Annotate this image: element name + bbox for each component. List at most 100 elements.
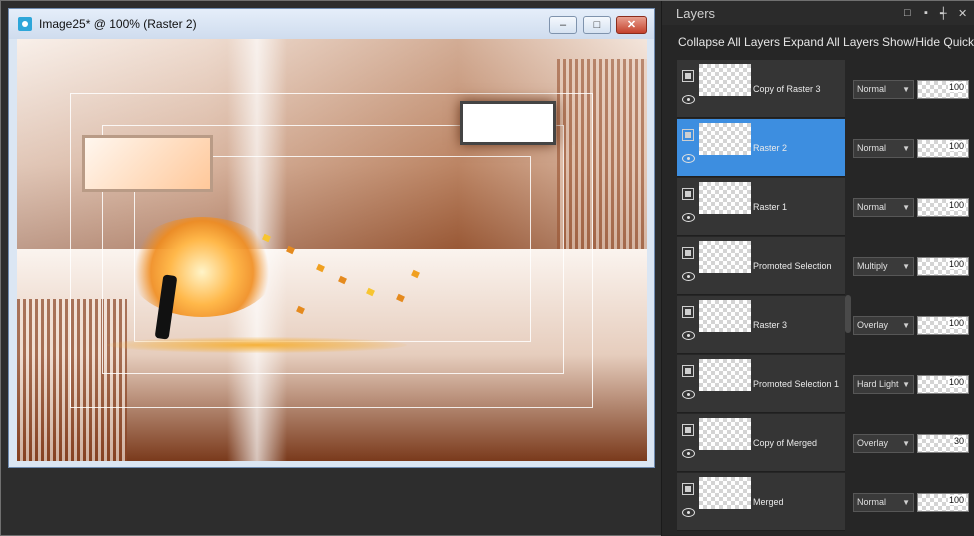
close-icon[interactable]: ✕: [958, 7, 967, 20]
show-hide-quick-button[interactable]: Show/Hide Quick: [882, 35, 974, 49]
blend-mode-value: Normal: [857, 84, 887, 94]
close-icon: ✕: [626, 19, 637, 31]
blend-mode-dropdown[interactable]: Multiply ▼: [853, 257, 914, 276]
layer-row[interactable]: Copy of Raster 3 Normal ▼ 100: [677, 60, 974, 119]
maximize-icon: □: [593, 19, 601, 31]
blend-mode-value: Normal: [857, 497, 887, 507]
float-icon[interactable]: □: [904, 7, 911, 19]
layer-name: Raster 1: [753, 202, 788, 212]
layer-name: Copy of Raster 3: [753, 84, 821, 94]
opacity-value: 100: [947, 495, 965, 505]
layer-row-gap: [845, 237, 853, 295]
layer-thumbnail: [699, 300, 751, 332]
blend-mode-value: Normal: [857, 143, 887, 153]
layers-palette: Layers □ ▪ ┽ ✕ Collapse All Layers Expan…: [661, 1, 974, 536]
layer-row[interactable]: Copy of Merged Overlay ▼ 30: [677, 414, 974, 473]
blend-mode-dropdown[interactable]: Overlay ▼: [853, 434, 914, 453]
layers-palette-header[interactable]: Layers □ ▪ ┽ ✕: [662, 1, 974, 25]
opacity-field[interactable]: 100: [917, 493, 969, 512]
layers-list: Copy of Raster 3 Normal ▼ 100 Raster 2 No…: [677, 60, 974, 536]
palette-splitter-handle[interactable]: [845, 295, 851, 333]
layers-toolbar: Collapse All Layers Expand All Layers Sh…: [662, 29, 974, 55]
layer-row[interactable]: Raster 3 Overlay ▼ 100: [677, 296, 974, 355]
layer-thumbnail: [699, 241, 751, 273]
blend-mode-dropdown[interactable]: Hard Light ▼: [853, 375, 914, 394]
layer-name: Merged: [753, 497, 784, 507]
canvas-tree-thumbnail-left: [82, 135, 213, 192]
opacity-value: 100: [947, 82, 965, 92]
application-frame: Image25* @ 100% (Raster 2) – □ ✕ Layers …: [0, 0, 974, 536]
opacity-field[interactable]: 100: [917, 316, 969, 335]
opacity-value: 100: [947, 318, 965, 328]
close-button[interactable]: ✕: [616, 16, 647, 34]
canvas-tree-thumbnail-right: [460, 101, 556, 145]
layer-group-icon[interactable]: [682, 129, 694, 141]
layer-row[interactable]: Promoted Selection Multiply ▼ 100: [677, 237, 974, 296]
layer-group-icon[interactable]: [682, 188, 694, 200]
collapse-all-layers-button[interactable]: Collapse All Layers: [678, 35, 780, 49]
layer-thumbnail: [699, 418, 751, 450]
image-canvas[interactable]: [17, 39, 647, 461]
chevron-down-icon: ▼: [902, 380, 910, 389]
chevron-down-icon: ▼: [902, 262, 910, 271]
blend-mode-dropdown[interactable]: Normal ▼: [853, 198, 914, 217]
layer-group-icon[interactable]: [682, 365, 694, 377]
opacity-field[interactable]: 100: [917, 257, 969, 276]
layer-thumbnail: [699, 359, 751, 391]
minimize-button[interactable]: –: [549, 16, 577, 34]
layer-row-gap: [845, 119, 853, 177]
opacity-field[interactable]: 100: [917, 198, 969, 217]
opacity-field[interactable]: 100: [917, 80, 969, 99]
opacity-value: 100: [947, 377, 965, 387]
layer-row-gap: [845, 178, 853, 236]
eye-icon[interactable]: [682, 390, 695, 399]
layer-row[interactable]: Merged Normal ▼ 100: [677, 473, 974, 532]
expand-all-layers-button[interactable]: Expand All Layers: [783, 35, 879, 49]
eye-icon[interactable]: [682, 331, 695, 340]
layer-row[interactable]: Promoted Selection 1 Hard Light ▼ 100: [677, 355, 974, 414]
pin-icon[interactable]: ▪: [924, 7, 928, 19]
layer-thumbnail: [699, 477, 751, 509]
eye-icon[interactable]: [682, 449, 695, 458]
opacity-value: 100: [947, 141, 965, 151]
image-window-titlebar[interactable]: Image25* @ 100% (Raster 2) – □ ✕: [9, 9, 654, 39]
layer-group-icon[interactable]: [682, 424, 694, 436]
eye-icon[interactable]: [682, 508, 695, 517]
chevron-down-icon: ▼: [902, 321, 910, 330]
chevron-down-icon: ▼: [902, 85, 910, 94]
blend-mode-value: Multiply: [857, 261, 888, 271]
blend-mode-dropdown[interactable]: Overlay ▼: [853, 316, 914, 335]
dock-icon[interactable]: ┽: [940, 7, 947, 20]
layer-group-icon[interactable]: [682, 306, 694, 318]
layer-group-icon[interactable]: [682, 247, 694, 259]
image-window[interactable]: Image25* @ 100% (Raster 2) – □ ✕: [8, 8, 655, 468]
image-window-title: Image25* @ 100% (Raster 2): [39, 17, 197, 31]
eye-icon[interactable]: [682, 213, 695, 222]
eye-icon[interactable]: [682, 95, 695, 104]
blend-mode-dropdown[interactable]: Normal ▼: [853, 139, 914, 158]
eye-icon[interactable]: [682, 272, 695, 281]
eye-icon[interactable]: [682, 154, 695, 163]
layer-group-icon[interactable]: [682, 483, 694, 495]
layers-palette-title: Layers: [676, 6, 716, 21]
layer-row-gap: [845, 414, 853, 472]
opacity-value: 30: [952, 436, 965, 446]
opacity-field[interactable]: 30: [917, 434, 969, 453]
chevron-down-icon: ▼: [902, 498, 910, 507]
layer-thumbnail: [699, 123, 751, 155]
opacity-field[interactable]: 100: [917, 375, 969, 394]
workspace-background: [8, 469, 655, 535]
opacity-field[interactable]: 100: [917, 139, 969, 158]
layer-row[interactable]: Raster 2 Normal ▼ 100: [677, 119, 974, 178]
layer-row[interactable]: Raster 1 Normal ▼ 100: [677, 178, 974, 237]
blend-mode-dropdown[interactable]: Normal ▼: [853, 80, 914, 99]
chevron-down-icon: ▼: [902, 203, 910, 212]
layer-group-icon[interactable]: [682, 70, 694, 82]
layer-thumbnail: [699, 182, 751, 214]
layer-row-gap: [845, 60, 853, 118]
leaf-ground: [107, 337, 407, 353]
maximize-button[interactable]: □: [583, 16, 611, 34]
blend-mode-dropdown[interactable]: Normal ▼: [853, 493, 914, 512]
chevron-down-icon: ▼: [902, 439, 910, 448]
layer-name: Raster 3: [753, 320, 788, 330]
